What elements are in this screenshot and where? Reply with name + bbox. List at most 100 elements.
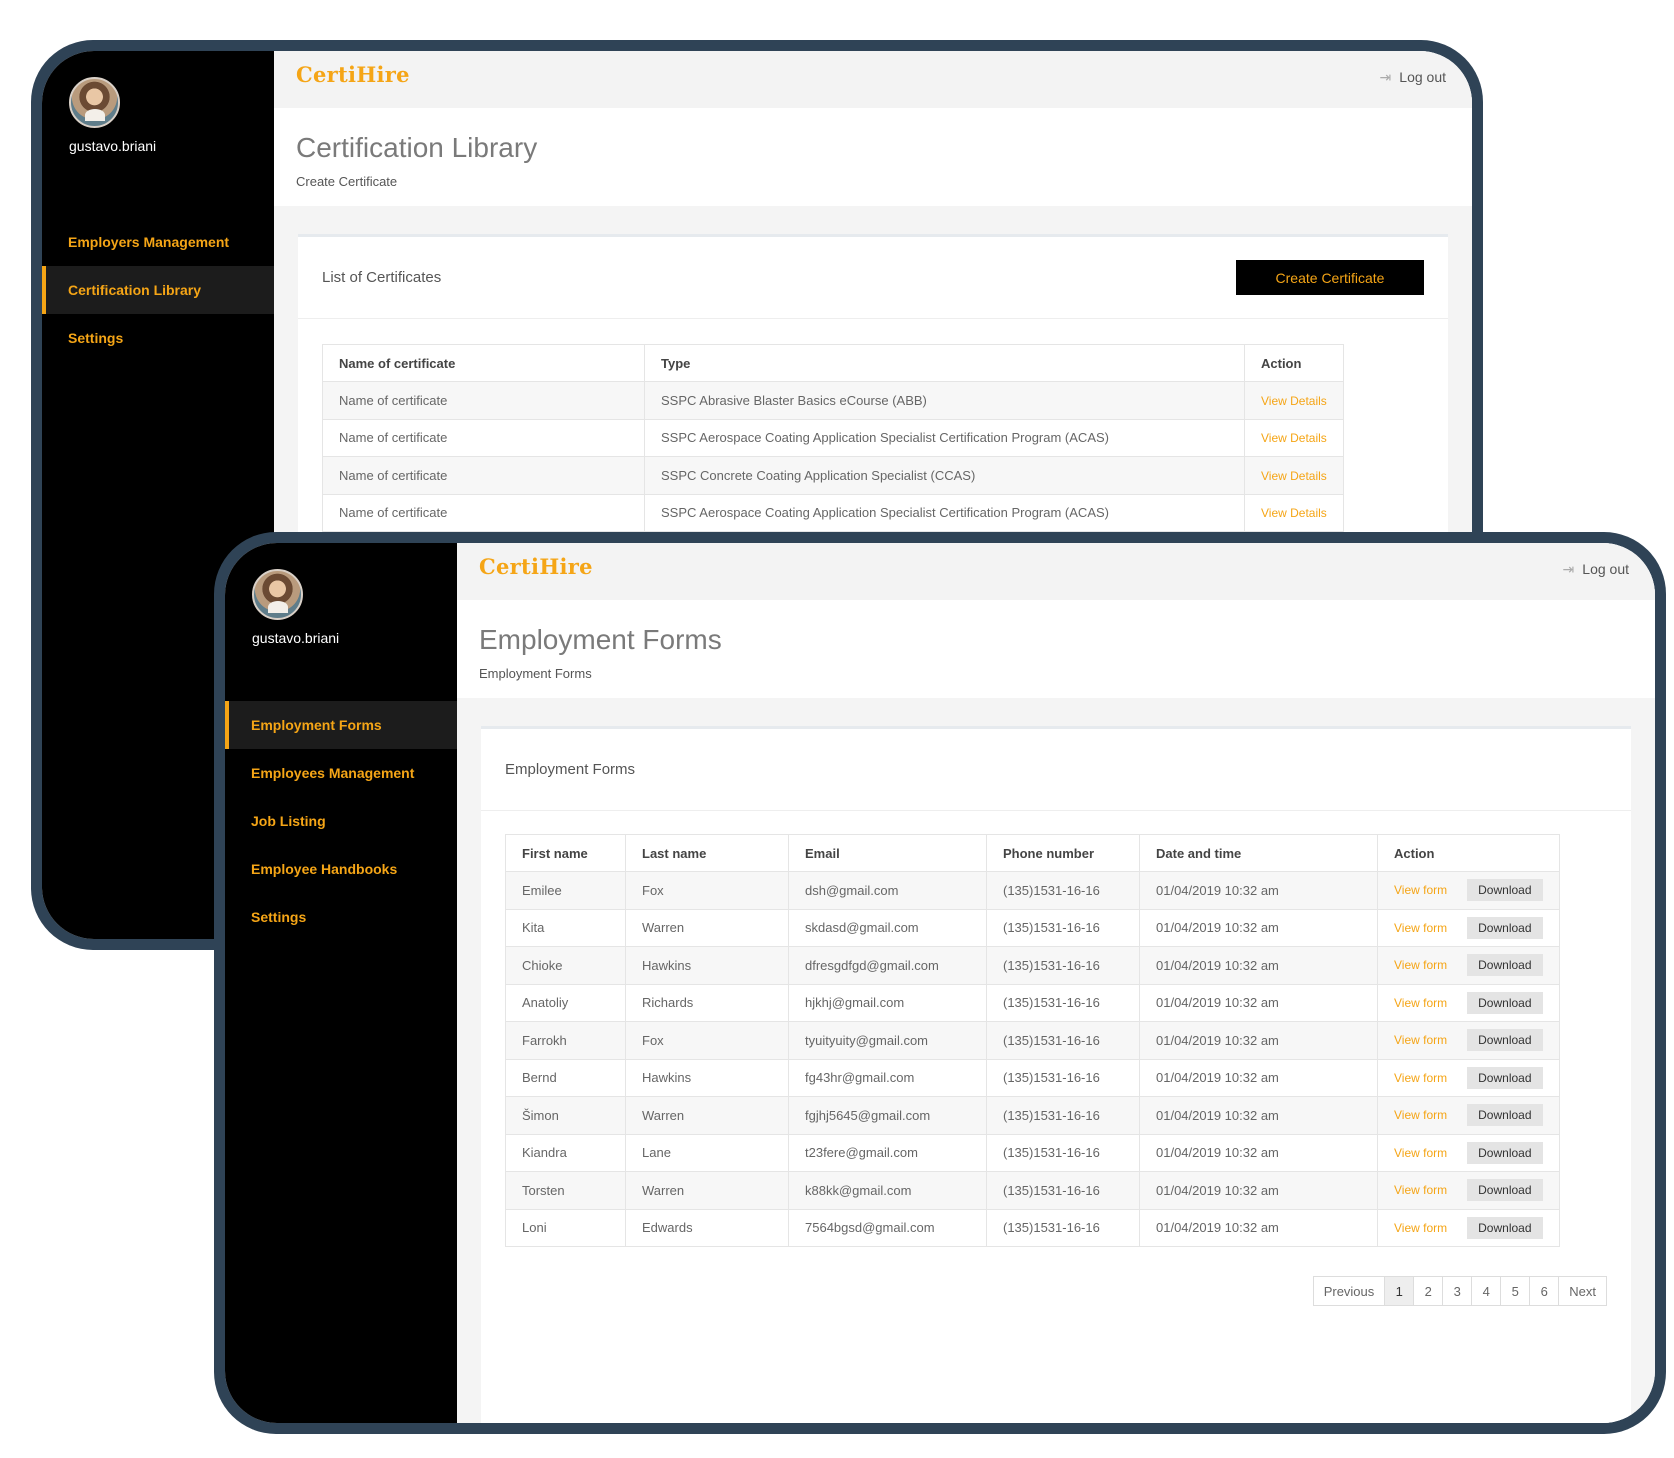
download-button[interactable]: Download xyxy=(1467,1141,1543,1164)
email-cell: tyuityuity@gmail.com xyxy=(788,1021,987,1060)
view-form-link[interactable]: View form xyxy=(1394,1071,1447,1085)
datetime-cell: 01/04/2019 10:32 am xyxy=(1139,983,1378,1022)
certificates-table: Name of certificate Type Action Name of … xyxy=(322,344,1344,532)
view-details-link[interactable]: View Details xyxy=(1261,506,1327,520)
column-header[interactable]: Date and time xyxy=(1139,834,1378,872)
column-header[interactable]: Name of certificate xyxy=(322,344,645,382)
view-form-link[interactable]: View form xyxy=(1394,1221,1447,1235)
column-header[interactable]: Type xyxy=(644,344,1245,382)
pagination-page[interactable]: 1 xyxy=(1384,1276,1415,1306)
table-row: Loni Edwards 7564bgsd@gmail.com (135)1531-1… xyxy=(505,1208,1560,1247)
pagination-page[interactable]: 2 xyxy=(1413,1276,1444,1306)
download-button[interactable]: Download xyxy=(1467,1066,1543,1089)
table-row: Kita Warren skdasd@gmail.com (135)1531-16-1… xyxy=(505,908,1560,947)
phone-cell: (135)1531-16-16 xyxy=(986,983,1140,1022)
download-button[interactable]: Download xyxy=(1467,879,1543,902)
table-row: Farrokh Fox tyuityuity@gmail.com (135)1531-… xyxy=(505,1021,1560,1060)
download-button[interactable]: Download xyxy=(1467,1216,1543,1239)
view-form-link[interactable]: View form xyxy=(1394,1033,1447,1047)
phone-cell: (135)1531-16-16 xyxy=(986,908,1140,947)
column-header: Action xyxy=(1244,344,1344,382)
sidebar-item-employers-management[interactable]: Employers Management xyxy=(42,218,274,266)
action-cell: View form Download xyxy=(1377,908,1560,947)
brand-logo[interactable]: CertiHire xyxy=(479,543,593,600)
pagination-page[interactable]: 5 xyxy=(1500,1276,1531,1306)
card-header: List of Certificates Create Certificate xyxy=(298,237,1448,319)
pagination-page[interactable]: 3 xyxy=(1442,1276,1473,1306)
download-button[interactable]: Download xyxy=(1467,1104,1543,1127)
certificate-type: SSPC Concrete Coating Application Specia… xyxy=(644,456,1245,495)
view-details-link[interactable]: View Details xyxy=(1261,469,1327,483)
brand-logo[interactable]: CertiHire xyxy=(296,51,410,108)
last-name-cell: Richards xyxy=(625,983,789,1022)
view-form-link[interactable]: View form xyxy=(1394,921,1447,935)
topbar: CertiHire ⇥ Log out xyxy=(457,543,1655,600)
email-cell: hjkhj@gmail.com xyxy=(788,983,987,1022)
certificate-name: Name of certificate xyxy=(322,456,645,495)
sidebar-item-employment-forms[interactable]: Employment Forms xyxy=(225,701,457,749)
avatar[interactable] xyxy=(69,77,120,128)
column-header[interactable]: First name xyxy=(505,834,626,872)
view-form-link[interactable]: View form xyxy=(1394,1146,1447,1160)
view-form-link[interactable]: View form xyxy=(1394,883,1447,897)
email-cell: t23fere@gmail.com xyxy=(788,1133,987,1172)
first-name-cell: Kita xyxy=(505,908,626,947)
column-header[interactable]: Last name xyxy=(625,834,789,872)
table-row: Anatoliy Richards hjkhj@gmail.com (135)1531… xyxy=(505,983,1560,1022)
sidebar-item-employee-handbooks[interactable]: Employee Handbooks xyxy=(225,845,457,893)
download-button[interactable]: Download xyxy=(1467,954,1543,977)
card-title: Employment Forms xyxy=(505,761,636,778)
first-name-cell: Emilee xyxy=(505,871,626,910)
view-form-link[interactable]: View form xyxy=(1394,1183,1447,1197)
last-name-cell: Fox xyxy=(625,871,789,910)
card-header: Employment Forms xyxy=(481,729,1631,811)
datetime-cell: 01/04/2019 10:32 am xyxy=(1139,871,1378,910)
create-certificate-button[interactable]: Create Certificate xyxy=(1236,260,1424,295)
logout-label: Log out xyxy=(1399,69,1446,85)
pagination-previous[interactable]: Previous xyxy=(1312,1276,1386,1306)
sidebar-item-job-listing[interactable]: Job Listing xyxy=(225,797,457,845)
view-form-link[interactable]: View form xyxy=(1394,958,1447,972)
download-button[interactable]: Download xyxy=(1467,991,1543,1014)
sidebar-item-settings[interactable]: Settings xyxy=(42,314,274,362)
page-title: Employment Forms xyxy=(479,624,722,655)
first-name-cell: Loni xyxy=(505,1208,626,1247)
avatar[interactable] xyxy=(252,569,303,620)
view-form-link[interactable]: View form xyxy=(1394,1108,1447,1122)
employment-forms-card: Employment Forms First name Last name Em… xyxy=(481,726,1631,1423)
download-button[interactable]: Download xyxy=(1467,1029,1543,1052)
datetime-cell: 01/04/2019 10:32 am xyxy=(1139,908,1378,947)
column-header: Action xyxy=(1377,834,1560,872)
table-row: Name of certificate SSPC Aerospace Coati… xyxy=(322,493,1344,532)
column-header[interactable]: Phone number xyxy=(986,834,1140,872)
action-cell: View form Download xyxy=(1377,1058,1560,1097)
action-cell: View form Download xyxy=(1377,946,1560,985)
pagination-page[interactable]: 6 xyxy=(1529,1276,1560,1306)
email-cell: dsh@gmail.com xyxy=(788,871,987,910)
action-cell: View form Download xyxy=(1377,871,1560,910)
first-name-cell: Anatoliy xyxy=(505,983,626,1022)
download-button[interactable]: Download xyxy=(1467,1179,1543,1202)
view-form-link[interactable]: View form xyxy=(1394,996,1447,1010)
sidebar-item-employees-management[interactable]: Employees Management xyxy=(225,749,457,797)
logout-button[interactable]: ⇥ Log out xyxy=(1380,51,1446,108)
download-button[interactable]: Download xyxy=(1467,916,1543,939)
pagination-page[interactable]: 4 xyxy=(1471,1276,1502,1306)
phone-cell: (135)1531-16-16 xyxy=(986,946,1140,985)
email-cell: 7564bgsd@gmail.com xyxy=(788,1208,987,1247)
last-name-cell: Hawkins xyxy=(625,1058,789,1097)
column-header[interactable]: Email xyxy=(788,834,987,872)
last-name-cell: Warren xyxy=(625,1171,789,1210)
table-row: Name of certificate SSPC Concrete Coatin… xyxy=(322,456,1344,495)
pagination-next[interactable]: Next xyxy=(1558,1276,1607,1306)
certificate-name: Name of certificate xyxy=(322,493,645,532)
phone-cell: (135)1531-16-16 xyxy=(986,1208,1140,1247)
sidebar-item-certification-library[interactable]: Certification Library xyxy=(42,266,274,314)
sidebar-item-settings[interactable]: Settings xyxy=(225,893,457,941)
view-details-link[interactable]: View Details xyxy=(1261,394,1327,408)
view-details-link[interactable]: View Details xyxy=(1261,431,1327,445)
table-row: Bernd Hawkins fg43hr@gmail.com (135)1531-16… xyxy=(505,1058,1560,1097)
table-row: Name of certificate SSPC Abrasive Blaste… xyxy=(322,381,1344,420)
sidebar: gustavo.briani Employment Forms Employee… xyxy=(225,543,457,1423)
logout-button[interactable]: ⇥ Log out xyxy=(1563,543,1629,600)
